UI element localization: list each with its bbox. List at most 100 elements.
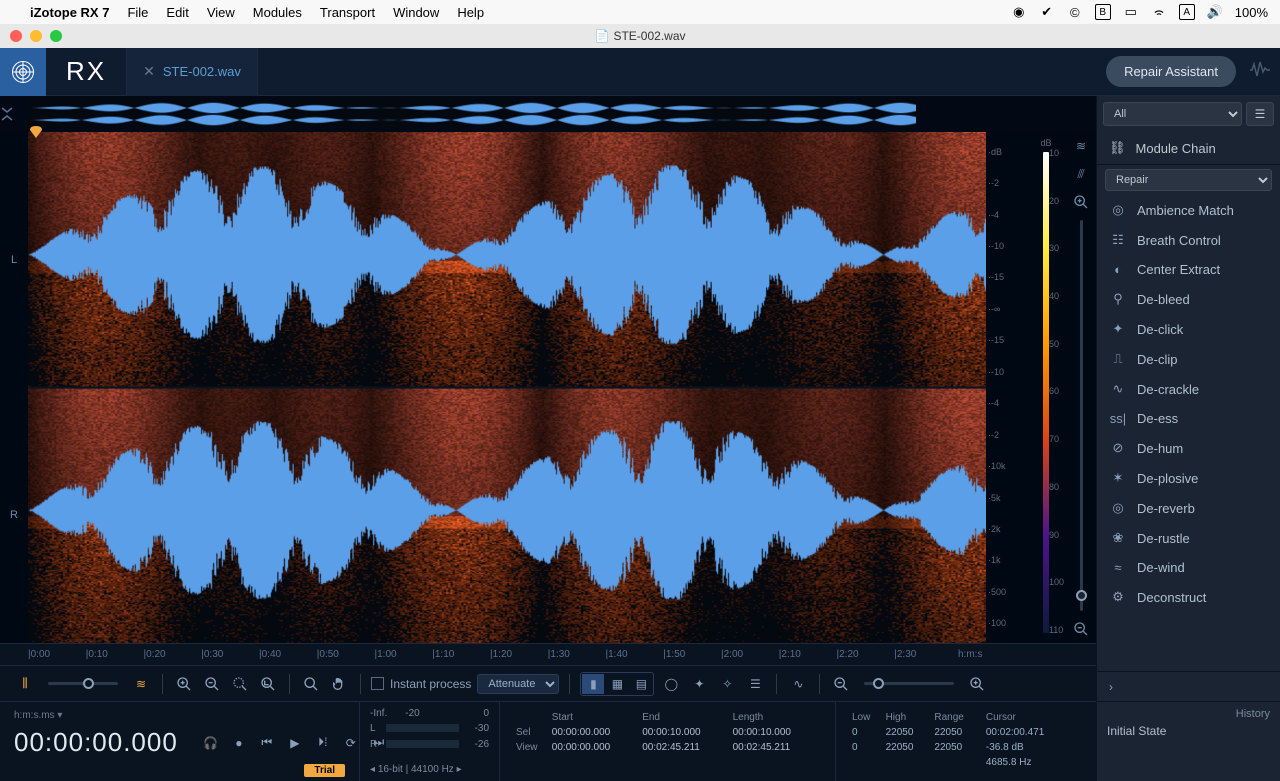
zoom-to-icon[interactable] xyxy=(966,673,988,695)
app-logo xyxy=(0,48,46,96)
module-de-crackle[interactable]: ∿De-crackle xyxy=(1097,374,1280,404)
zoom-out-y-icon[interactable] xyxy=(1071,619,1091,639)
battery-icon[interactable]: ▭ xyxy=(1123,4,1139,20)
playhead-marker[interactable] xyxy=(30,126,42,141)
freq-db-scale: ·dB·-2·-4·-10·-15·-∞·-15·-10 ·-4·-2·10k·… xyxy=(986,132,1026,643)
cc-icon[interactable]: © xyxy=(1067,4,1083,20)
play-sel-button[interactable]: ⏵⁞ xyxy=(314,734,332,752)
module-de-rustle[interactable]: ❀De-rustle xyxy=(1097,523,1280,553)
sel-timefreq-icon[interactable]: ▦ xyxy=(606,674,628,694)
time-unit-toggle[interactable]: h:m:s.ms ▾ xyxy=(14,710,62,721)
module-chain-button[interactable]: ⛓ Module Chain xyxy=(1097,132,1280,165)
overview-waveform[interactable] xyxy=(28,99,916,129)
repair-assistant-button[interactable]: Repair Assistant xyxy=(1106,56,1236,87)
module-center-extract[interactable]: ◐Center Extract xyxy=(1097,255,1280,284)
record-button[interactable]: ● xyxy=(230,734,248,752)
box-b-icon[interactable]: B xyxy=(1095,4,1111,20)
zoom-reset-icon[interactable] xyxy=(257,673,279,695)
menu-view[interactable]: View xyxy=(207,5,235,20)
balance-slider[interactable] xyxy=(48,682,118,685)
module-de-plosive[interactable]: ✶De-plosive xyxy=(1097,463,1280,493)
module-de-hum[interactable]: ⊘De-hum xyxy=(1097,433,1280,463)
waveform-view-icon[interactable]: ⫼ xyxy=(14,673,36,695)
module-filter-select[interactable]: All xyxy=(1103,102,1242,126)
sel-freq-icon[interactable]: ▤ xyxy=(630,674,652,694)
wifi-icon[interactable] xyxy=(1151,4,1167,20)
volume-icon[interactable]: 🔊 xyxy=(1207,4,1223,20)
instant-process-checkbox[interactable] xyxy=(371,677,384,690)
hzoom-slider[interactable] xyxy=(864,682,954,685)
close-window[interactable] xyxy=(10,30,22,42)
process-mode-select[interactable]: Attenuate xyxy=(477,674,559,694)
sidebar: All ☰ ⛓ Module Chain Repair ◎Ambience Ma… xyxy=(1096,96,1280,781)
status-bar: h:m:s.ms ▾ 00:00:00.000 🎧 ● ⏮ ▶ ⏵⁞ ⟳ ⏭ xyxy=(0,701,1096,781)
battery-percent: 100% xyxy=(1235,5,1268,20)
close-tab-icon[interactable]: ✕ xyxy=(143,63,155,80)
toolbar: ⫼ ≋ Instant process Attenuate ▮ ▦ ▤ ◯ ✦ … xyxy=(0,665,1096,701)
module-de-clip[interactable]: ⎍De-clip xyxy=(1097,344,1280,374)
record-status-icon[interactable]: ◉ xyxy=(1011,4,1027,20)
module-category-select[interactable]: Repair xyxy=(1105,169,1272,191)
instant-process-label: Instant process xyxy=(390,677,471,691)
vertical-tools: ≋ ⫻ xyxy=(1066,132,1096,643)
module-deconstruct[interactable]: ⚙Deconstruct xyxy=(1097,582,1280,612)
menu-transport[interactable]: Transport xyxy=(320,5,375,20)
check-icon[interactable]: ✔︎ xyxy=(1039,4,1055,20)
module-de-reverb[interactable]: ◎De-reverb xyxy=(1097,493,1280,523)
selection-info: StartEndLength Sel00:00:00.00000:00:10.0… xyxy=(500,702,836,781)
spectro-area[interactable]: L R ·dB·-2·-4·-10·-15·-∞·-15·-10 ·-4·-2·… xyxy=(0,132,1096,643)
input-a-icon[interactable]: A xyxy=(1179,4,1195,20)
overview-strip[interactable] xyxy=(0,96,1096,132)
menu-edit[interactable]: Edit xyxy=(166,5,188,20)
menu-file[interactable]: File xyxy=(127,5,148,20)
meter-l xyxy=(386,724,459,732)
minimize-window[interactable] xyxy=(30,30,42,42)
window-title: STE-002.wav xyxy=(613,29,685,43)
waveform-icon[interactable] xyxy=(1248,58,1272,85)
zoom-tool-icon[interactable] xyxy=(300,673,322,695)
module-list-toggle[interactable]: ☰ xyxy=(1246,102,1274,126)
app-name[interactable]: iZotope RX 7 xyxy=(30,5,109,20)
db-color-scale: dB 102030405060708090100110 xyxy=(1026,132,1066,643)
play-button[interactable]: ▶ xyxy=(286,734,304,752)
amplitude-tool-icon[interactable]: ⫻ xyxy=(1071,164,1091,184)
sel-time-icon[interactable]: ▮ xyxy=(582,674,604,694)
spectro-view-icon[interactable]: ≋ xyxy=(130,673,152,695)
freq-cursor-info: LowHighRangeCursor 0220502205000:02:00.4… xyxy=(836,702,1096,781)
headphone-icon[interactable]: 🎧 xyxy=(202,734,220,752)
zoom-out-icon[interactable] xyxy=(201,673,223,695)
skip-back-button[interactable]: ⏮ xyxy=(258,734,276,752)
wand-tool-icon[interactable]: ✦ xyxy=(688,673,710,695)
curve-tool-icon[interactable]: ∿ xyxy=(787,673,809,695)
history-state[interactable]: Initial State xyxy=(1107,724,1270,738)
maximize-window[interactable] xyxy=(50,30,62,42)
module-de-bleed[interactable]: ⚲De-bleed xyxy=(1097,284,1280,314)
menu-window[interactable]: Window xyxy=(393,5,439,20)
window-titlebar: 📄 STE-002.wav xyxy=(0,24,1280,48)
app-header: RX ✕ STE-002.wav Repair Assistant xyxy=(0,48,1280,96)
module-breath-control[interactable]: ☷Breath Control xyxy=(1097,225,1280,255)
zoom-fit-icon[interactable] xyxy=(830,673,852,695)
vertical-zoom-slider[interactable] xyxy=(1080,220,1083,611)
doc-icon: 📄 xyxy=(595,29,610,43)
zoom-in-y-icon[interactable] xyxy=(1071,192,1091,212)
hand-tool-icon[interactable] xyxy=(328,673,350,695)
module-de-click[interactable]: ✦De-click xyxy=(1097,314,1280,344)
sidebar-expand-icon[interactable]: › xyxy=(1097,671,1280,701)
zoom-sel-icon[interactable] xyxy=(229,673,251,695)
module-ambience-match[interactable]: ◎Ambience Match xyxy=(1097,195,1280,225)
time-ruler[interactable]: |0:00|0:10|0:20|0:30|0:40|0:50|1:00|1:10… xyxy=(0,643,1096,665)
collapse-overview-icon[interactable] xyxy=(0,106,28,122)
db-unit: dB xyxy=(1040,138,1051,148)
menu-help[interactable]: Help xyxy=(457,5,484,20)
module-de-ess[interactable]: ss|De-ess xyxy=(1097,404,1280,433)
menu-modules[interactable]: Modules xyxy=(253,5,302,20)
module-de-wind[interactable]: ≈De-wind xyxy=(1097,553,1280,582)
wave-tool-icon[interactable]: ≋ xyxy=(1071,136,1091,156)
file-tab[interactable]: ✕ STE-002.wav xyxy=(126,48,258,96)
lasso-tool-icon[interactable]: ◯ xyxy=(660,673,682,695)
wand-auto-icon[interactable]: ✧ xyxy=(716,673,738,695)
brush-tool-icon[interactable]: ☰ xyxy=(744,673,766,695)
loop-button[interactable]: ⟳ xyxy=(342,734,360,752)
zoom-in-icon[interactable] xyxy=(173,673,195,695)
